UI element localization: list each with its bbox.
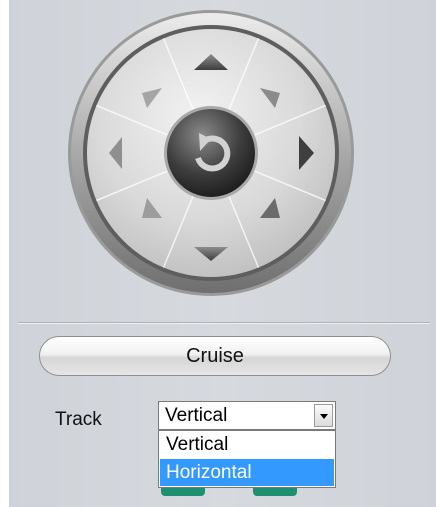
track-label: Track — [55, 409, 102, 430]
track-select[interactable]: Vertical — [158, 401, 336, 430]
divider-highlight — [18, 323, 430, 324]
cruise-button[interactable]: Cruise — [39, 336, 391, 376]
hidden-button-left[interactable] — [161, 488, 205, 496]
ptz-joystick — [64, 5, 358, 310]
track-option-vertical[interactable]: Vertical — [160, 431, 334, 458]
ptz-control-panel: Cruise Track Vertical Vertical Horizonta… — [9, 0, 436, 507]
hidden-button-right[interactable] — [253, 488, 297, 496]
dropdown-arrow-icon[interactable] — [314, 404, 333, 427]
track-select-value: Vertical — [165, 405, 228, 426]
track-dropdown-list: Vertical Horizontal — [158, 430, 336, 488]
track-option-horizontal[interactable]: Horizontal — [160, 459, 334, 486]
reset-center-button[interactable] — [164, 106, 258, 200]
